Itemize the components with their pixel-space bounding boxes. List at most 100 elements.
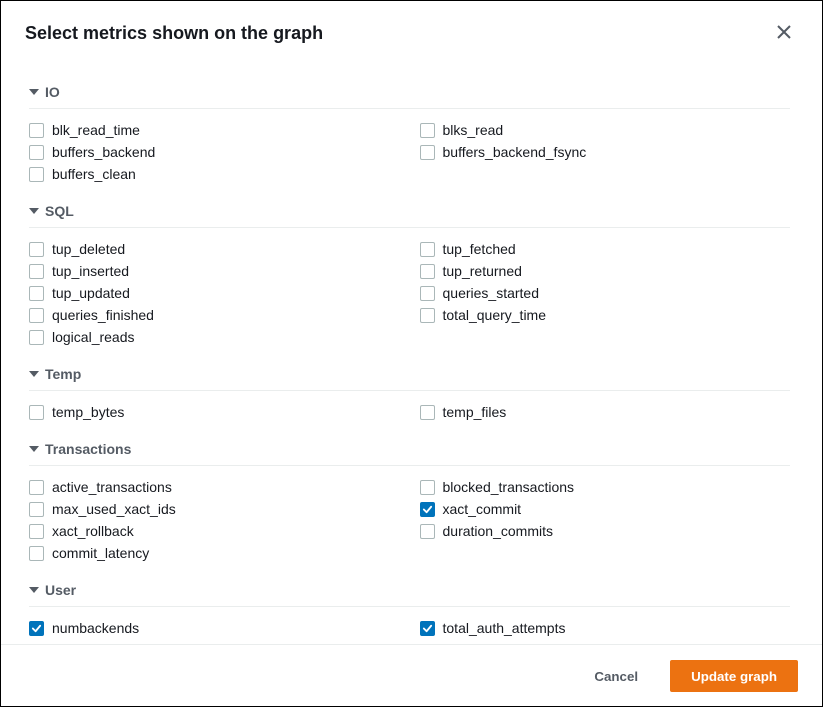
checkbox-tup_fetched[interactable] [420,242,435,257]
checkbox-tup_inserted[interactable] [29,264,44,279]
metric-buffers_backend[interactable]: buffers_backend [29,141,400,163]
metrics-col-left: numbackends [29,617,400,639]
metrics-col-left: temp_bytes [29,401,400,423]
checkbox-buffers_backend[interactable] [29,145,44,160]
metric-blocked_transactions[interactable]: blocked_transactions [420,476,791,498]
checkbox-queries_finished[interactable] [29,308,44,323]
metric-label: logical_reads [52,329,135,345]
metric-label: xact_commit [443,501,522,517]
metric-label: numbackends [52,620,139,636]
metric-buffers_clean[interactable]: buffers_clean [29,163,400,185]
metric-queries_finished[interactable]: queries_finished [29,304,400,326]
metrics-col-left: blk_read_time buffers_backend buffers_clea… [29,119,400,185]
metric-total_query_time[interactable]: total_query_time [420,304,791,326]
metric-label: temp_files [443,404,507,420]
modal-body[interactable]: IO blk_read_time buffers_backend buffers_cl… [1,62,822,645]
metrics-col-right: total_auth_attempts [420,617,791,639]
caret-down-icon [29,208,39,214]
checkbox-temp_bytes[interactable] [29,405,44,420]
close-button[interactable] [770,19,798,47]
metrics-grid: tup_deletedtup_insertedtup_updatedquerie… [29,238,790,348]
checkbox-total_auth_attempts[interactable] [420,621,435,636]
checkbox-total_query_time[interactable] [420,308,435,323]
checkbox-numbackends[interactable] [29,621,44,636]
metric-label: tup_fetched [443,241,516,257]
checkbox-duration_commits[interactable] [420,524,435,539]
divider [29,606,790,607]
metric-label: buffers_backend [52,144,155,160]
metric-total_auth_attempts[interactable]: total_auth_attempts [420,617,791,639]
group-title: IO [45,84,60,100]
checkbox-xact_rollback[interactable] [29,524,44,539]
metric-tup_returned[interactable]: tup_returned [420,260,791,282]
metric-label: total_auth_attempts [443,620,566,636]
checkbox-commit_latency[interactable] [29,546,44,561]
group-header-user[interactable]: User [29,576,790,606]
metric-xact_rollback[interactable]: xact_rollback [29,520,400,542]
metric-blk_read_time[interactable]: blk_read_time [29,119,400,141]
metric-xact_commit[interactable]: xact_commit [420,498,791,520]
group-header-sql[interactable]: SQL [29,197,790,227]
metric-label: buffers_clean [52,166,136,182]
group-title: Transactions [45,441,131,457]
metric-label: tup_updated [52,285,130,301]
group-header-temp[interactable]: Temp [29,360,790,390]
checkbox-tup_deleted[interactable] [29,242,44,257]
group-title: User [45,582,76,598]
metric-tup_inserted[interactable]: tup_inserted [29,260,400,282]
metrics-col-right: temp_files [420,401,791,423]
metric-label: queries_started [443,285,540,301]
metric-tup_deleted[interactable]: tup_deleted [29,238,400,260]
metric-numbackends[interactable]: numbackends [29,617,400,639]
checkbox-logical_reads[interactable] [29,330,44,345]
metric-label: blocked_transactions [443,479,575,495]
caret-down-icon [29,587,39,593]
checkbox-temp_files[interactable] [420,405,435,420]
checkbox-active_transactions[interactable] [29,480,44,495]
divider [29,390,790,391]
metric-label: blks_read [443,122,504,138]
metric-temp_files[interactable]: temp_files [420,401,791,423]
metric-duration_commits[interactable]: duration_commits [420,520,791,542]
metric-label: tup_returned [443,263,522,279]
checkbox-buffers_clean[interactable] [29,167,44,182]
metric-max_used_xact_ids[interactable]: max_used_xact_ids [29,498,400,520]
metric-commit_latency[interactable]: commit_latency [29,542,400,564]
metric-tup_fetched[interactable]: tup_fetched [420,238,791,260]
checkbox-blocked_transactions[interactable] [420,480,435,495]
metrics-col-left: active_transactionsmax_used_xact_idsxact… [29,476,400,564]
metric-label: queries_finished [52,307,154,323]
group-sql: SQLtup_deletedtup_insertedtup_updatedque… [29,197,790,348]
group-header-io[interactable]: IO [29,78,790,108]
metric-temp_bytes[interactable]: temp_bytes [29,401,400,423]
metric-queries_started[interactable]: queries_started [420,282,791,304]
checkbox-blks_read[interactable] [420,123,435,138]
modal-title: Select metrics shown on the graph [25,23,770,44]
metric-buffers_backend_fsync[interactable]: buffers_backend_fsync [420,141,791,163]
modal-body-wrap: IO blk_read_time buffers_backend buffers_cl… [1,61,822,645]
checkbox-buffers_backend_fsync[interactable] [420,145,435,160]
metrics-grid: numbackends total_auth_attempts [29,617,790,639]
metric-label: temp_bytes [52,404,124,420]
metric-blks_read[interactable]: blks_read [420,119,791,141]
metrics-grid: active_transactionsmax_used_xact_idsxact… [29,476,790,564]
caret-down-icon [29,446,39,452]
divider [29,465,790,466]
update-graph-button[interactable]: Update graph [670,660,798,692]
metric-tup_updated[interactable]: tup_updated [29,282,400,304]
checkbox-queries_started[interactable] [420,286,435,301]
group-header-transactions[interactable]: Transactions [29,435,790,465]
group-transactions: Transactions active_transactionsmax_used_… [29,435,790,564]
metrics-col-right: tup_fetched tup_returned queries_startedto… [420,238,791,348]
metric-logical_reads[interactable]: logical_reads [29,326,400,348]
checkbox-tup_returned[interactable] [420,264,435,279]
cancel-button[interactable]: Cancel [574,660,658,692]
checkbox-blk_read_time[interactable] [29,123,44,138]
checkbox-xact_commit[interactable] [420,502,435,517]
caret-down-icon [29,371,39,377]
checkbox-max_used_xact_ids[interactable] [29,502,44,517]
metric-label: buffers_backend_fsync [443,144,587,160]
checkbox-tup_updated[interactable] [29,286,44,301]
metric-active_transactions[interactable]: active_transactions [29,476,400,498]
group-temp: Temp temp_bytes temp_files [29,360,790,423]
